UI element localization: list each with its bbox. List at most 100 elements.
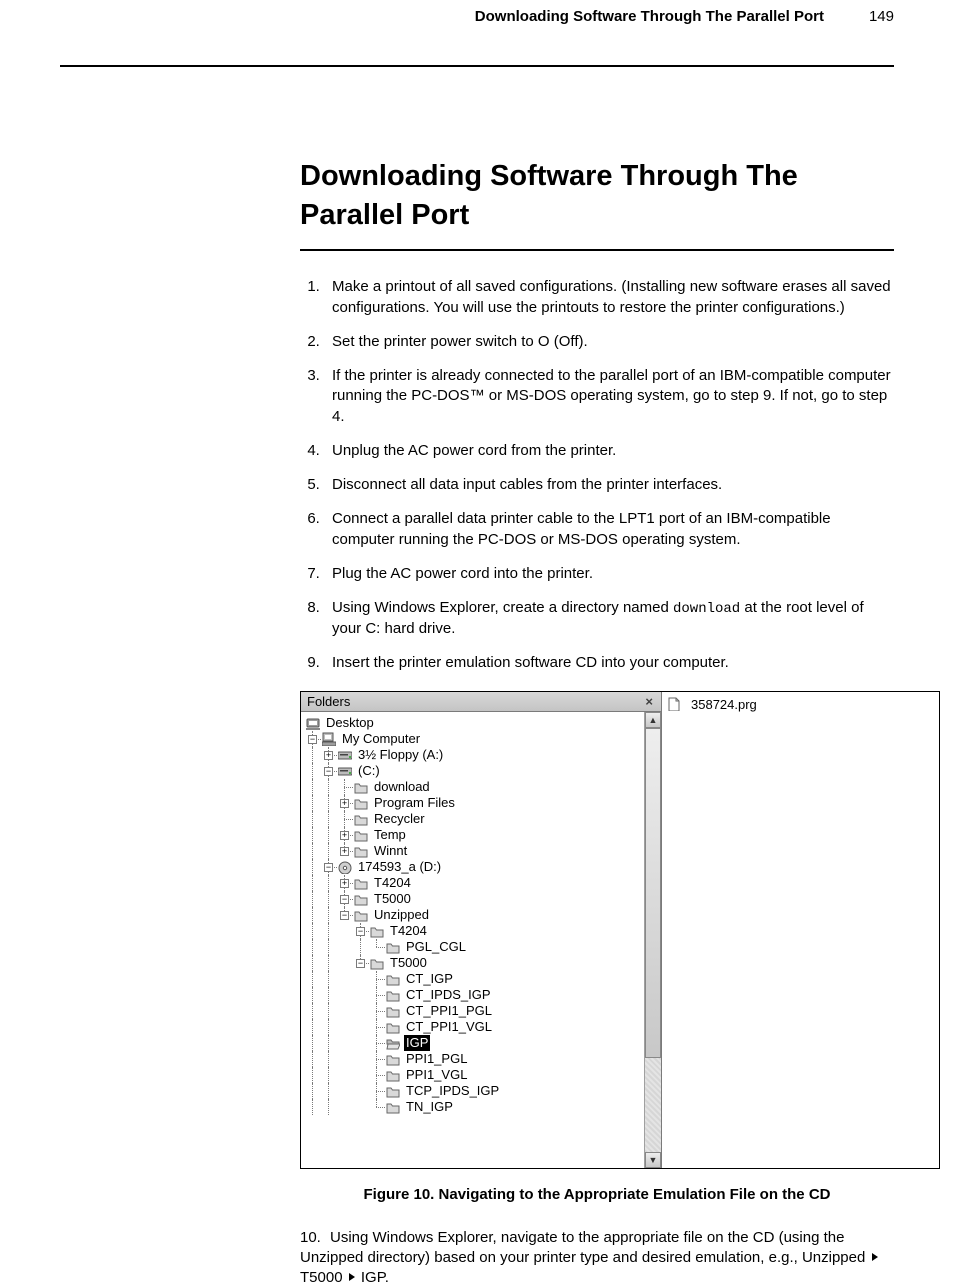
scroll-track[interactable] [645, 728, 661, 1152]
label-u-t4204: T4204 [388, 923, 429, 939]
expander-minus[interactable]: − [308, 735, 317, 744]
tree-cd-drive[interactable]: − 174593_a (D:) [305, 859, 644, 875]
label-t5000: T5000 [372, 891, 413, 907]
tree-ct-ppi1-vgl[interactable]: CT_PPI1_VGL [305, 1019, 644, 1035]
tree-recycler[interactable]: Recycler [305, 811, 644, 827]
tree-unzipped[interactable]: − Unzipped [305, 907, 644, 923]
tree-tcp-ipds-igp[interactable]: TCP_IPDS_IGP [305, 1083, 644, 1099]
content-pane[interactable]: 358724.prg [662, 692, 939, 1168]
expander-minus[interactable]: − [324, 767, 333, 776]
section-title: Downloading Software Through The Paralle… [300, 157, 894, 235]
folder-open-icon [369, 955, 385, 971]
tree-d-t5000[interactable]: − T5000 [305, 891, 644, 907]
step-10: 10.Using Windows Explorer, navigate to t… [300, 1228, 894, 1288]
step-2: Set the printer power switch to O (Off). [324, 332, 894, 352]
folders-pane-title: Folders × [301, 692, 661, 712]
step-8: Using Windows Explorer, create a directo… [324, 598, 894, 639]
step-7: Plug the AC power cord into the printer. [324, 564, 894, 584]
folder-icon [353, 907, 369, 923]
header-rule [60, 65, 894, 67]
folders-pane: Folders × Desktop − [301, 692, 662, 1168]
tree-program-files[interactable]: + Program Files [305, 795, 644, 811]
expander-minus[interactable]: − [340, 911, 349, 920]
scroll-down-icon[interactable]: ▼ [645, 1152, 661, 1168]
expander-minus[interactable]: − [356, 959, 365, 968]
folder-icon [385, 1019, 401, 1035]
label-igp: IGP [404, 1035, 430, 1051]
scroll-thumb[interactable] [645, 728, 661, 1058]
tree-winnt[interactable]: + Winnt [305, 843, 644, 859]
tree-c-drive[interactable]: − (C:) [305, 763, 644, 779]
tree-temp[interactable]: + Temp [305, 827, 644, 843]
expander-plus[interactable]: + [324, 751, 333, 760]
label-unzipped: Unzipped [372, 907, 431, 923]
page-header-title: Downloading Software Through The Paralle… [475, 8, 824, 25]
section-rule [300, 249, 894, 251]
label-program-files: Program Files [372, 795, 457, 811]
label-t4204: T4204 [372, 875, 413, 891]
tree-u-t5000[interactable]: − T5000 [305, 955, 644, 971]
step-10-b: T5000 [300, 1269, 347, 1286]
tree-ppi1-vgl[interactable]: PPI1_VGL [305, 1067, 644, 1083]
tree-ct-ppi1-pgl[interactable]: CT_PPI1_PGL [305, 1003, 644, 1019]
file-label: 358724.prg [689, 696, 759, 714]
label-ct-igp: CT_IGP [404, 971, 455, 987]
tree-u-t4204[interactable]: − T4204 [305, 923, 644, 939]
figure-explorer: Folders × Desktop − [300, 691, 894, 1169]
tree-my-computer[interactable]: − My Computer [305, 731, 644, 747]
label-cd: 174593_a (D:) [356, 859, 443, 875]
expander-minus[interactable]: − [356, 927, 365, 936]
expander-minus[interactable]: − [324, 863, 333, 872]
scroll-up-icon[interactable]: ▲ [645, 712, 661, 728]
folder-icon [385, 1003, 401, 1019]
label-u-t5000: T5000 [388, 955, 429, 971]
tree-d-t4204[interactable]: + T4204 [305, 875, 644, 891]
expander-plus[interactable]: + [340, 847, 349, 856]
figure-caption: Figure 10. Navigating to the Appropriate… [300, 1185, 894, 1205]
tree-floppy[interactable]: + 3½ Floppy (A:) [305, 747, 644, 763]
label-c: (C:) [356, 763, 382, 779]
tree-tn-igp[interactable]: TN_IGP [305, 1099, 644, 1115]
label-ppi1-vgl: PPI1_VGL [404, 1067, 469, 1083]
tree-ppi1-pgl[interactable]: PPI1_PGL [305, 1051, 644, 1067]
label-ct-ppi1-vgl: CT_PPI1_VGL [404, 1019, 494, 1035]
tree-ct-ipds-igp[interactable]: CT_IPDS_IGP [305, 987, 644, 1003]
step-4: Unplug the AC power cord from the printe… [324, 441, 894, 461]
expander-plus[interactable]: + [340, 799, 349, 808]
file-item[interactable]: 358724.prg [666, 696, 935, 712]
tree-pgl-cgl[interactable]: PGL_CGL [305, 939, 644, 955]
folder-icon [353, 795, 369, 811]
label-tn-igp: TN_IGP [404, 1099, 455, 1115]
folders-label: Folders [307, 693, 350, 711]
label-ct-ipds-igp: CT_IPDS_IGP [404, 987, 493, 1003]
folder-icon [353, 827, 369, 843]
cd-icon [337, 859, 353, 875]
tree-desktop[interactable]: Desktop [305, 715, 644, 731]
label-desktop: Desktop [324, 715, 376, 731]
label-download: download [372, 779, 432, 795]
close-icon[interactable]: × [641, 693, 657, 711]
folder-icon [385, 1051, 401, 1067]
folder-icon [353, 843, 369, 859]
tree-scrollbar[interactable]: ▲ ▼ [644, 712, 661, 1168]
chevron-right-icon [349, 1273, 355, 1281]
drive-icon [337, 747, 353, 763]
folder-icon [385, 1083, 401, 1099]
explorer-window: Folders × Desktop − [300, 691, 940, 1169]
tree-ct-igp[interactable]: CT_IGP [305, 971, 644, 987]
expander-plus[interactable]: + [340, 831, 349, 840]
step-6: Connect a parallel data printer cable to… [324, 509, 894, 550]
label-my-computer: My Computer [340, 731, 422, 747]
folder-tree[interactable]: Desktop − My Computer + [301, 712, 644, 1168]
label-winnt: Winnt [372, 843, 409, 859]
label-recycler: Recycler [372, 811, 427, 827]
expander-minus[interactable]: − [340, 895, 349, 904]
tree-download[interactable]: download [305, 779, 644, 795]
page-number: 149 [869, 8, 894, 25]
expander-plus[interactable]: + [340, 879, 349, 888]
tree-igp[interactable]: IGP [305, 1035, 644, 1051]
label-ppi1-pgl: PPI1_PGL [404, 1051, 469, 1067]
computer-icon [321, 731, 337, 747]
label-ct-ppi1-pgl: CT_PPI1_PGL [404, 1003, 494, 1019]
label-tcp-ipds-igp: TCP_IPDS_IGP [404, 1083, 501, 1099]
